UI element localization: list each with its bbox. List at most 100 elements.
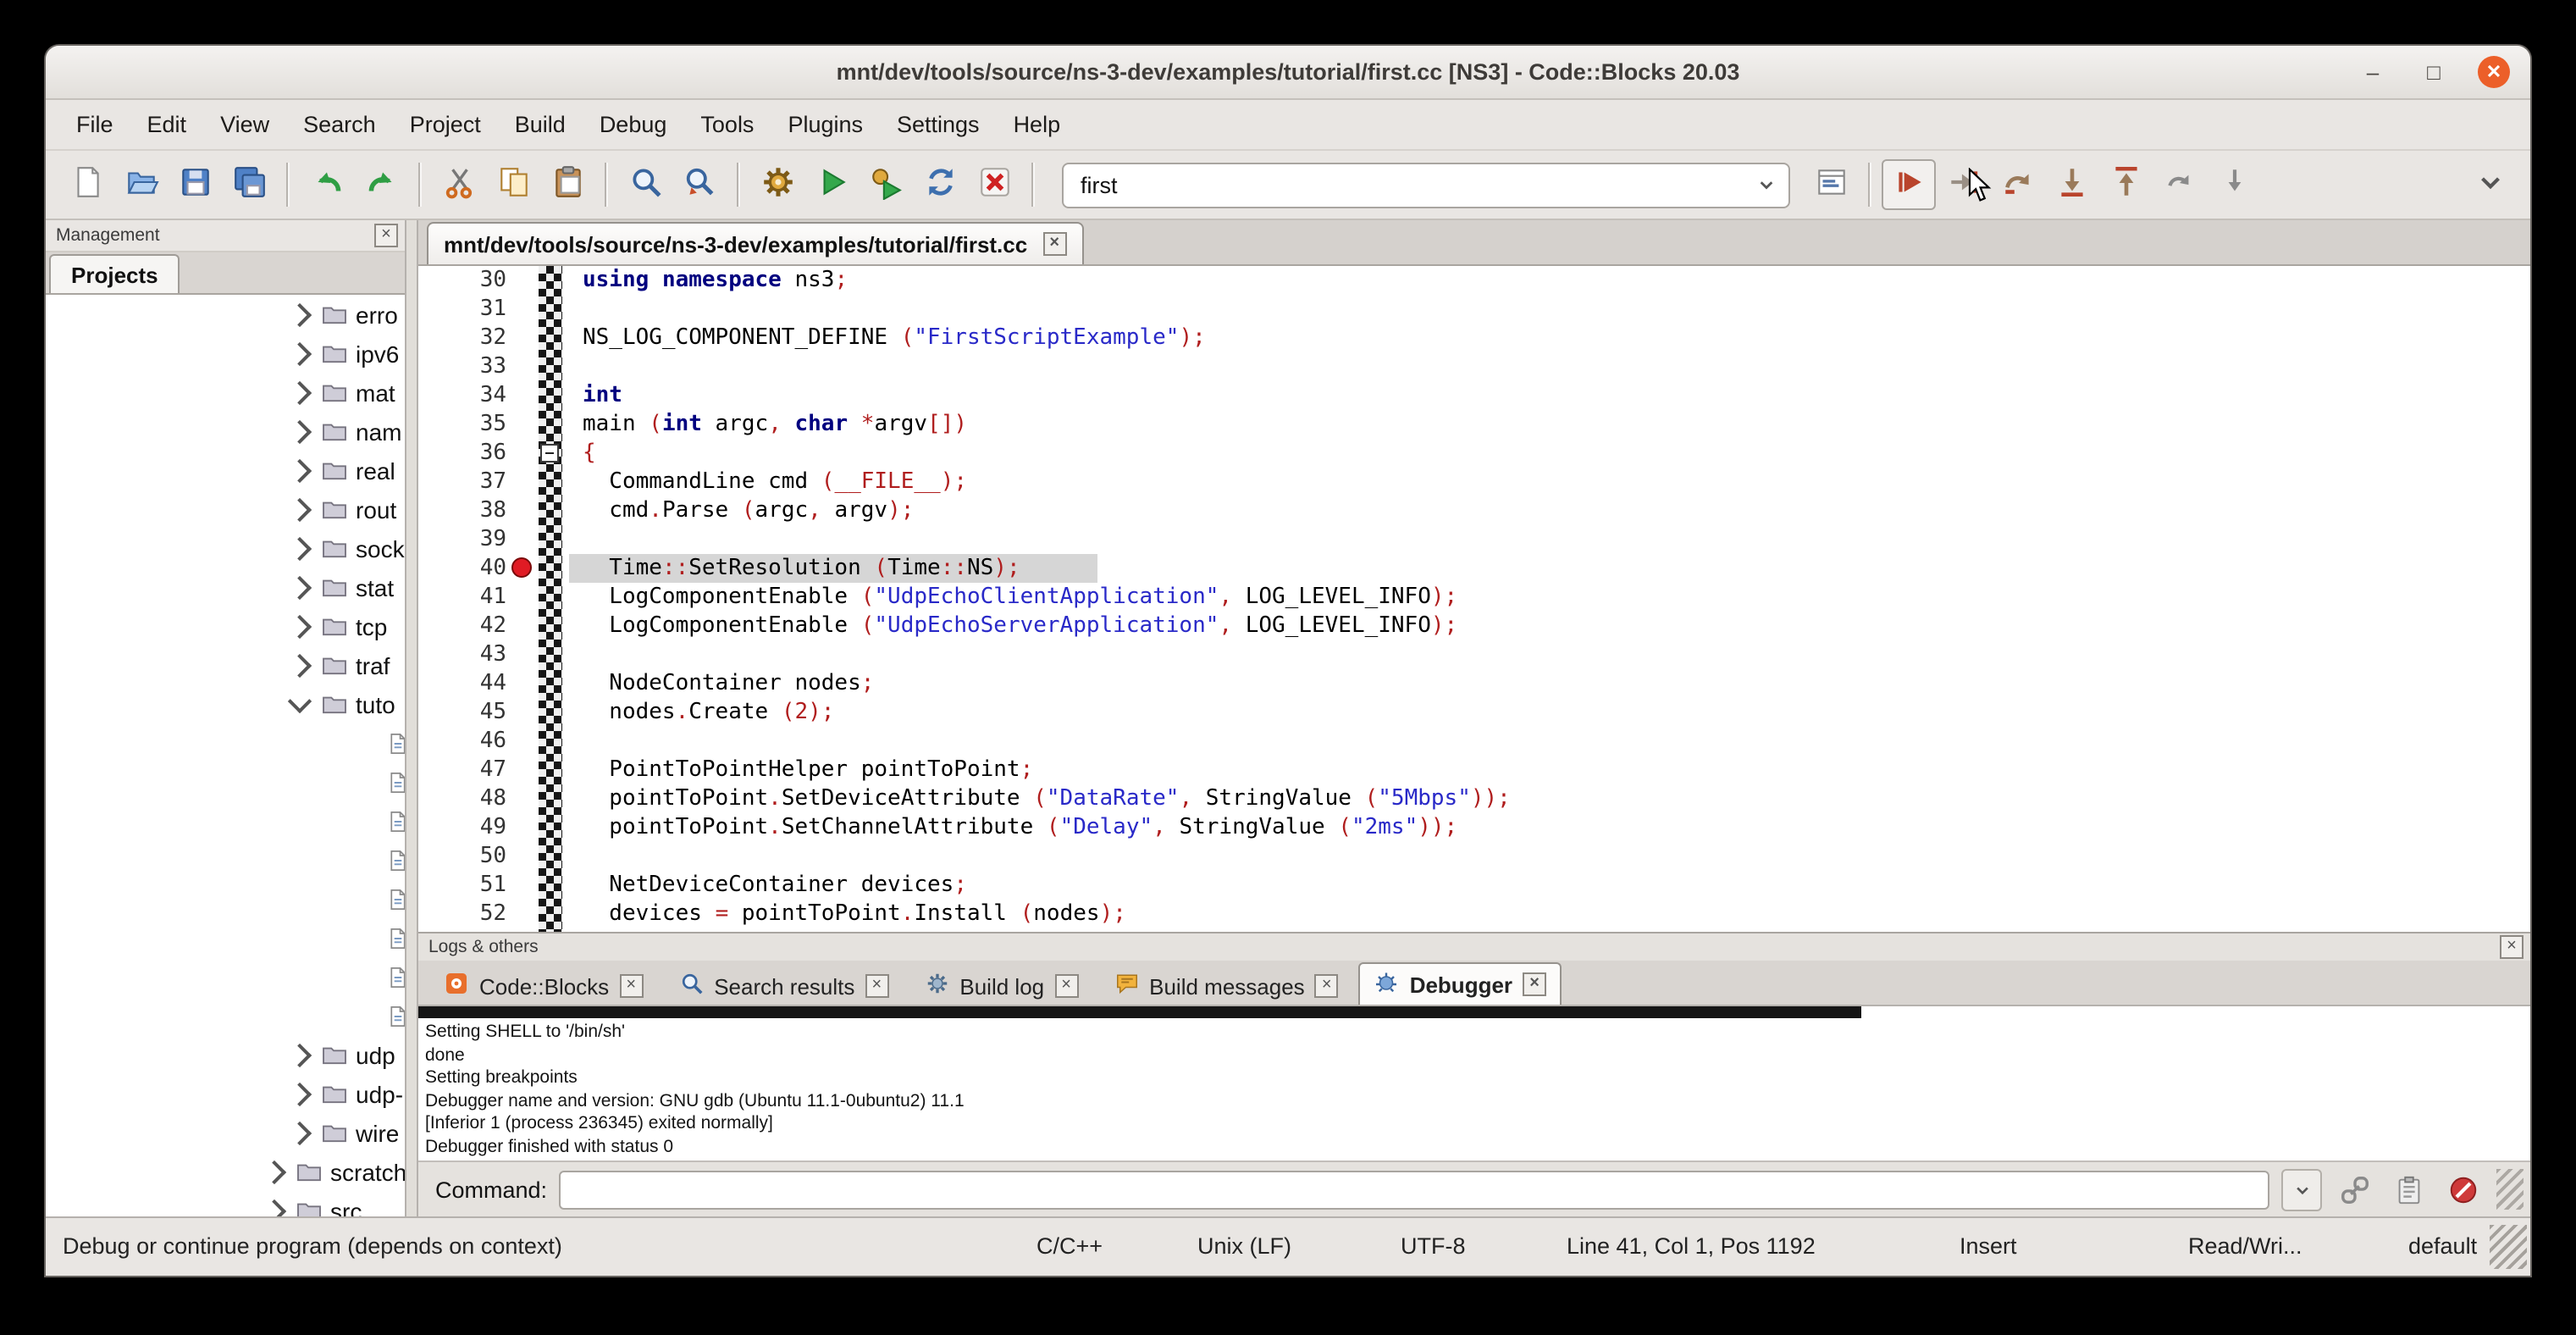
code-line-36[interactable]: 36{	[418, 439, 2530, 468]
logs-tab-build-messages[interactable]: Build messages×	[1098, 966, 1354, 1005]
code-editor[interactable]: 30using namespace ns3;3132NS_LOG_COMPONE…	[418, 266, 2530, 932]
code-line-49[interactable]: 49 pointToPoint.SetChannelAttribute ("De…	[418, 813, 2530, 842]
menu-search[interactable]: Search	[286, 107, 393, 142]
rebuild-button[interactable]	[913, 159, 967, 210]
management-close-icon[interactable]: ×	[374, 224, 398, 247]
chevron-right-icon[interactable]	[288, 653, 312, 677]
fold-collapse-icon[interactable]	[540, 444, 559, 463]
code-line-38[interactable]: 38 cmd.Parse (argc, argv);	[418, 496, 2530, 525]
menu-settings[interactable]: Settings	[880, 107, 997, 142]
code-line-34[interactable]: 34int	[418, 381, 2530, 410]
tree-item-th[interactable]: th	[46, 996, 405, 1035]
toolbar-overflow-chevron[interactable]	[2463, 159, 2517, 210]
tree-item-udp[interactable]: udp	[46, 1035, 405, 1074]
tree-item-traf[interactable]: traf	[46, 645, 405, 684]
tree-item-stat[interactable]: stat	[46, 568, 405, 607]
step-into-button[interactable]	[2044, 159, 2098, 210]
tree-item-sock[interactable]: sock	[46, 529, 405, 568]
debugger-log-line[interactable]: [Inferior 1 (process 236345) exited norm…	[418, 1113, 2530, 1136]
minimize-button[interactable]: –	[2356, 55, 2390, 89]
tree-item-scratch[interactable]: scratch	[46, 1152, 405, 1191]
chevron-right-icon[interactable]	[288, 497, 312, 521]
tree-item-si[interactable]: si	[46, 957, 405, 996]
menu-project[interactable]: Project	[393, 107, 498, 142]
step-into-instruction-button[interactable]	[2207, 159, 2261, 210]
debugger-log-line[interactable]: Debugger name and version: GNU gdb (Ubun…	[418, 1090, 2530, 1113]
tree-item-se[interactable]: se	[46, 879, 405, 918]
undo-button[interactable]	[300, 159, 354, 210]
next-line-button[interactable]	[1990, 159, 2044, 210]
save-all-button[interactable]	[222, 159, 276, 210]
chevron-down-icon[interactable]	[288, 689, 312, 712]
tree-item-fo[interactable]: fo	[46, 801, 405, 840]
run-button[interactable]	[804, 159, 859, 210]
code-line-43[interactable]: 43	[418, 640, 2530, 669]
breakpoint-icon[interactable]	[511, 557, 532, 578]
debugger-log-line[interactable]: Setting SHELL to '/bin/sh'	[418, 1022, 2530, 1044]
debugger-log-line[interactable]: Setting breakpoints	[418, 1067, 2530, 1090]
logs-tab-close-icon[interactable]: ×	[1315, 974, 1339, 998]
menu-plugins[interactable]: Plugins	[771, 107, 880, 142]
close-button[interactable]: ✕	[2478, 56, 2510, 88]
tree-item-real[interactable]: real	[46, 451, 405, 490]
chevron-right-icon[interactable]	[288, 458, 312, 482]
code-line-30[interactable]: 30using namespace ns3;	[418, 266, 2530, 295]
open-file-button[interactable]	[113, 159, 168, 210]
menu-file[interactable]: File	[59, 107, 130, 142]
build-target-combo[interactable]: first	[1062, 162, 1790, 208]
menu-debug[interactable]: Debug	[583, 107, 684, 142]
tree-item-se[interactable]: se	[46, 918, 405, 957]
command-history-chevron-icon[interactable]	[2281, 1168, 2322, 1210]
code-line-50[interactable]: 50	[418, 842, 2530, 871]
replace-button[interactable]	[672, 159, 727, 210]
build-and-run-button[interactable]	[859, 159, 913, 210]
save-button[interactable]	[168, 159, 222, 210]
next-instruction-button[interactable]	[2153, 159, 2207, 210]
step-out-button[interactable]	[2098, 159, 2153, 210]
menu-tools[interactable]: Tools	[683, 107, 771, 142]
paste-button[interactable]	[540, 159, 594, 210]
panel-splitter[interactable]	[406, 220, 418, 1216]
build-button[interactable]	[750, 159, 804, 210]
stop-debugger-icon[interactable]	[2442, 1169, 2485, 1210]
chevron-right-icon[interactable]	[288, 536, 312, 560]
logs-close-icon[interactable]: ×	[2500, 935, 2523, 959]
panel-resize-grip[interactable]	[2496, 1169, 2523, 1210]
editor-tab-close-icon[interactable]: ×	[1042, 232, 1066, 256]
attach-link-icon[interactable]	[2334, 1169, 2376, 1210]
code-line-45[interactable]: 45 nodes.Create (2);	[418, 698, 2530, 727]
code-line-35[interactable]: 35main (int argc, char *argv[])	[418, 410, 2530, 439]
build-target-button[interactable]	[1804, 159, 1858, 210]
chevron-right-icon[interactable]	[288, 302, 312, 326]
cut-button[interactable]	[432, 159, 486, 210]
tree-item-wire[interactable]: wire	[46, 1113, 405, 1152]
window-resize-grip[interactable]	[2490, 1225, 2527, 1269]
debugger-log-selected-row[interactable]	[418, 1006, 1861, 1018]
maximize-button[interactable]: □	[2417, 55, 2451, 89]
code-line-42[interactable]: 42 LogComponentEnable ("UdpEchoServerApp…	[418, 612, 2530, 640]
redo-button[interactable]	[354, 159, 408, 210]
debug-continue-button[interactable]	[1882, 159, 1936, 210]
tree-item-fif[interactable]: fif	[46, 723, 405, 762]
chevron-right-icon[interactable]	[288, 575, 312, 599]
chevron-right-icon[interactable]	[288, 1082, 312, 1105]
tree-item-fir[interactable]: fir	[46, 762, 405, 801]
logs-tab-search-results[interactable]: Search results×	[663, 966, 904, 1005]
tree-item-tuto[interactable]: tuto	[46, 684, 405, 723]
logs-tab-close-icon[interactable]: ×	[865, 974, 888, 998]
menu-help[interactable]: Help	[997, 107, 1078, 142]
chevron-right-icon[interactable]	[263, 1160, 286, 1183]
tree-item-udp-[interactable]: udp-	[46, 1074, 405, 1113]
code-line-47[interactable]: 47 PointToPointHelper pointToPoint;	[418, 756, 2530, 784]
logs-tab-code-blocks[interactable]: Code::Blocks×	[428, 966, 658, 1005]
logs-tab-build-log[interactable]: Build log×	[909, 966, 1093, 1005]
chevron-right-icon[interactable]	[263, 1199, 286, 1216]
chevron-right-icon[interactable]	[288, 1121, 312, 1144]
code-line-37[interactable]: 37 CommandLine cmd (__FILE__);	[418, 468, 2530, 496]
editor-tab-first-cc[interactable]: mnt/dev/tools/source/ns-3-dev/examples/t…	[427, 222, 1083, 264]
logs-tab-close-icon[interactable]: ×	[1054, 974, 1078, 998]
find-button[interactable]	[618, 159, 672, 210]
code-line-32[interactable]: 32NS_LOG_COMPONENT_DEFINE ("FirstScriptE…	[418, 324, 2530, 352]
new-file-button[interactable]	[59, 159, 113, 210]
copy-button[interactable]	[486, 159, 540, 210]
